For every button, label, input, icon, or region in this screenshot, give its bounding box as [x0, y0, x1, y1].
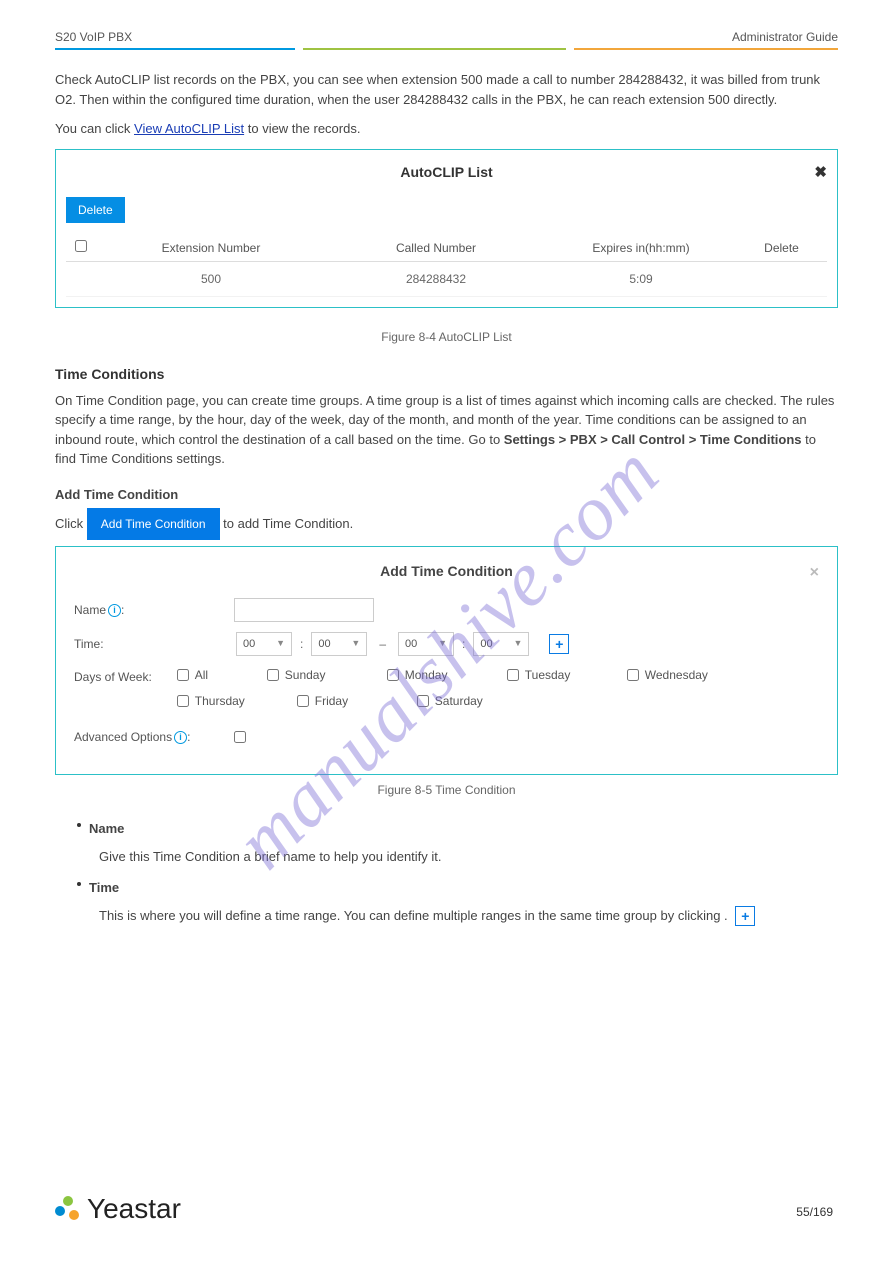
- day-label: Thursday: [195, 692, 245, 710]
- text: –: [379, 635, 386, 653]
- header-divider: [55, 48, 838, 50]
- table-row: 500 284288432 5:09: [66, 262, 827, 297]
- day-label: Friday: [315, 692, 348, 710]
- chevron-down-icon: ▼: [513, 637, 522, 651]
- add-time-condition-button[interactable]: Add Time Condition: [87, 508, 220, 540]
- cell-exp: 5:09: [546, 270, 736, 288]
- info-icon[interactable]: i: [108, 604, 121, 617]
- logo-text: Yeastar: [87, 1193, 181, 1225]
- bullet-text: Give this Time Condition a brief name to…: [77, 847, 838, 867]
- day-label: Sunday: [285, 666, 326, 684]
- day-label: All: [195, 666, 208, 684]
- col-called: Called Number: [326, 239, 546, 257]
- bullet-item: Time: [89, 878, 119, 898]
- day-label: Saturday: [435, 692, 483, 710]
- section-title: Time Conditions: [55, 364, 838, 385]
- text: :: [462, 635, 465, 653]
- cell-ext: 500: [96, 270, 326, 288]
- day-label: Tuesday: [525, 666, 571, 684]
- name-label: Name: [74, 603, 106, 617]
- bullet-icon: [77, 823, 81, 827]
- day-tuesday-checkbox[interactable]: [507, 669, 519, 681]
- name-field[interactable]: [234, 598, 374, 622]
- bullet-item: Name: [89, 819, 124, 839]
- nav-path: Settings > PBX > Call Control > Time Con…: [504, 432, 802, 447]
- advanced-label: Advanced Options: [74, 730, 172, 744]
- add-range-button[interactable]: +: [549, 634, 569, 654]
- text: to view the records.: [248, 121, 361, 136]
- figure-caption: Figure 8-5 Time Condition: [55, 781, 838, 799]
- min-from-select[interactable]: 00▼: [311, 632, 367, 656]
- doc-guide: Administrator Guide: [732, 30, 838, 44]
- col-exp: Expires in(hh:mm): [546, 239, 736, 257]
- panel-title: AutoCLIP List: [400, 164, 492, 180]
- cell-called: 284288432: [326, 270, 546, 288]
- paragraph: Check AutoCLIP list records on the PBX, …: [55, 70, 838, 109]
- bullet-text: This is where you will define a time ran…: [77, 906, 838, 927]
- time-label: Time:: [74, 635, 234, 653]
- doc-product: S20 VoIP PBX: [55, 30, 132, 44]
- col-ext: Extension Number: [96, 239, 326, 257]
- day-monday-checkbox[interactable]: [387, 669, 399, 681]
- min-to-select[interactable]: 00▼: [473, 632, 529, 656]
- bullet-icon: [77, 882, 81, 886]
- advanced-checkbox[interactable]: [234, 731, 246, 743]
- panel-title: Add Time Condition: [380, 563, 513, 579]
- chevron-down-icon: ▼: [351, 637, 360, 651]
- time-condition-panel: Add Time Condition × Namei: Time: 00▼ : …: [55, 546, 838, 775]
- col-del: Delete: [736, 239, 827, 257]
- day-label: Monday: [405, 666, 448, 684]
- text: You can click: [55, 121, 134, 136]
- day-wednesday-checkbox[interactable]: [627, 669, 639, 681]
- day-friday-checkbox[interactable]: [297, 695, 309, 707]
- subsection-title: Add Time Condition: [55, 485, 838, 505]
- text: :: [187, 730, 190, 744]
- day-label: Wednesday: [645, 666, 708, 684]
- text: to add Time Condition.: [223, 516, 353, 531]
- brand-logo: Yeastar: [55, 1193, 181, 1225]
- text: :: [300, 635, 303, 653]
- text: :: [121, 603, 124, 617]
- dow-label: Days of Week:: [74, 666, 177, 686]
- select-all-checkbox[interactable]: [75, 240, 87, 252]
- hour-from-select[interactable]: 00▼: [236, 632, 292, 656]
- text: Click: [55, 516, 87, 531]
- page-number: 55/169: [796, 1205, 833, 1219]
- table-header: Extension Number Called Number Expires i…: [66, 233, 827, 262]
- info-icon[interactable]: i: [174, 731, 187, 744]
- day-all-checkbox[interactable]: [177, 669, 189, 681]
- close-icon[interactable]: ✖: [814, 162, 827, 185]
- add-range-button-inline[interactable]: +: [735, 906, 755, 926]
- chevron-down-icon: ▼: [276, 637, 285, 651]
- day-saturday-checkbox[interactable]: [417, 695, 429, 707]
- close-icon[interactable]: ×: [810, 561, 819, 585]
- day-sunday-checkbox[interactable]: [267, 669, 279, 681]
- figure-caption: Figure 8-4 AutoCLIP List: [55, 328, 838, 346]
- autoclip-panel: AutoCLIP List ✖ Delete Extension Number …: [55, 149, 838, 308]
- chevron-down-icon: ▼: [438, 637, 447, 651]
- view-autoclip-link[interactable]: View AutoCLIP List: [134, 121, 244, 136]
- delete-button[interactable]: Delete: [66, 197, 125, 223]
- logo-icon: [55, 1196, 81, 1222]
- hour-to-select[interactable]: 00▼: [398, 632, 454, 656]
- day-thursday-checkbox[interactable]: [177, 695, 189, 707]
